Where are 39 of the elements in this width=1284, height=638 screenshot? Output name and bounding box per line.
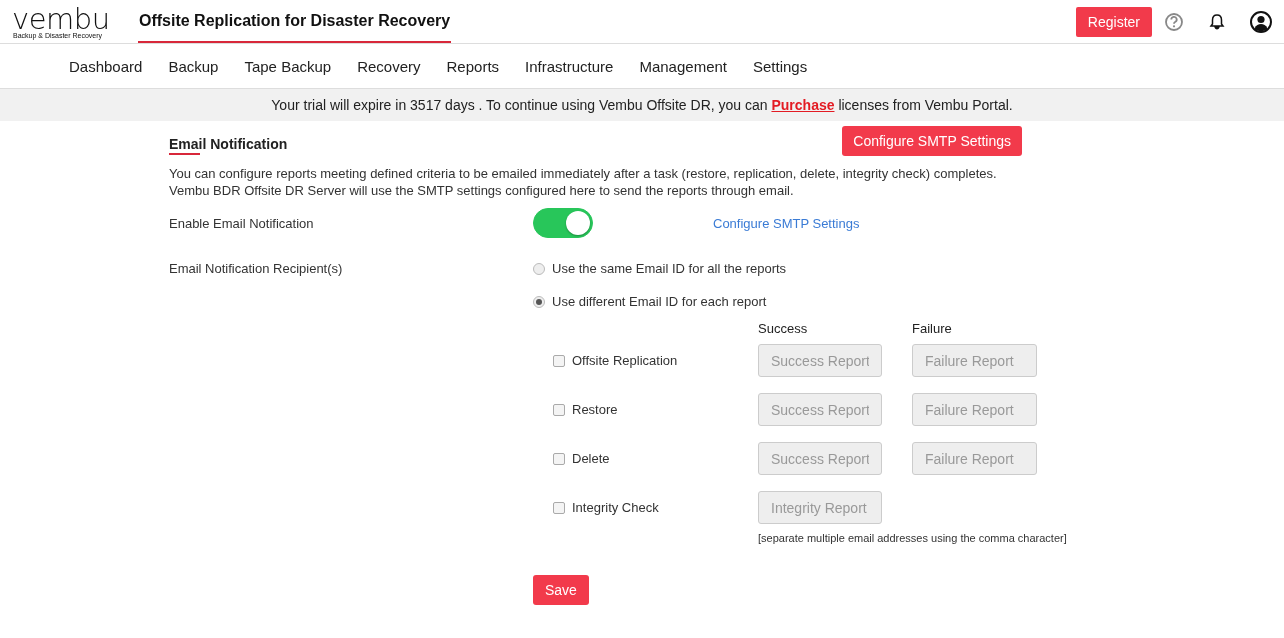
report-label: Offsite Replication	[572, 353, 679, 368]
report-label: Delete	[572, 451, 611, 466]
checkbox[interactable]	[553, 403, 565, 416]
nav-menu-item[interactable]: Reports	[446, 57, 500, 75]
report-label: Integrity Check	[572, 500, 660, 515]
configure-smtp-button[interactable]: Configure SMTP Settings	[842, 126, 1022, 156]
nav-menu-item[interactable]: Infrastructure	[525, 57, 614, 75]
logo-text: vembu	[12, 6, 111, 32]
nav-menu-item[interactable]: Management	[639, 57, 727, 75]
column-header: Success	[758, 321, 809, 336]
radio-button[interactable]	[533, 295, 545, 308]
page-title-tab[interactable]: Offsite Replication for Disaster Recovery	[138, 0, 452, 43]
purchase-link[interactable]: Purchase	[771, 97, 835, 113]
nav-menu-item[interactable]: Backup	[168, 57, 219, 75]
field-label: Email Notification Recipient(s)	[169, 261, 344, 276]
field-label: Enable Email Notification	[169, 215, 315, 231]
save-button[interactable]: Save	[533, 575, 589, 605]
configure-smtp-link[interactable]: Configure SMTP Settings	[713, 215, 1029, 231]
report-label: Restore	[572, 402, 619, 417]
radio-label: Use different Email ID for each report	[552, 294, 767, 309]
column-header: Failure	[912, 321, 953, 336]
hint-text: [separate multiple email addresses using the comma character]	[758, 531, 1067, 546]
checkbox[interactable]	[553, 354, 565, 367]
user-avatar-icon[interactable]	[1250, 10, 1272, 33]
description-text: You can configure reports meeting defined criteria to be emailed immediately after a task (restore, replication, delete, integrity check) completes.	[169, 165, 997, 182]
description-text: Vembu BDR Offsite DR Server will use the SMTP settings configured here to send the reports through email.	[169, 182, 794, 199]
toggle-switch[interactable]	[533, 208, 593, 238]
checkbox[interactable]	[553, 501, 565, 514]
nav-menu-item[interactable]: Settings	[753, 57, 808, 75]
radio-button[interactable]	[533, 262, 545, 275]
notification-bell-icon[interactable]	[1210, 13, 1224, 29]
help-icon[interactable]	[1165, 12, 1183, 31]
trial-message: Your trial will expire in 3517 days . To continue using Vembu Offsite DR, you can Purchase licenses from Vembu Portal.	[271, 97, 1013, 113]
nav-menu-item[interactable]: Dashboard	[69, 57, 143, 75]
radio-label: Use the same Email ID for all the reports	[552, 261, 787, 276]
nav-menu-item[interactable]: Tape Backup	[244, 57, 332, 75]
register-button[interactable]: Register	[1075, 6, 1152, 37]
nav-menu-item[interactable]: Recovery	[357, 57, 421, 75]
checkbox[interactable]	[553, 452, 565, 465]
